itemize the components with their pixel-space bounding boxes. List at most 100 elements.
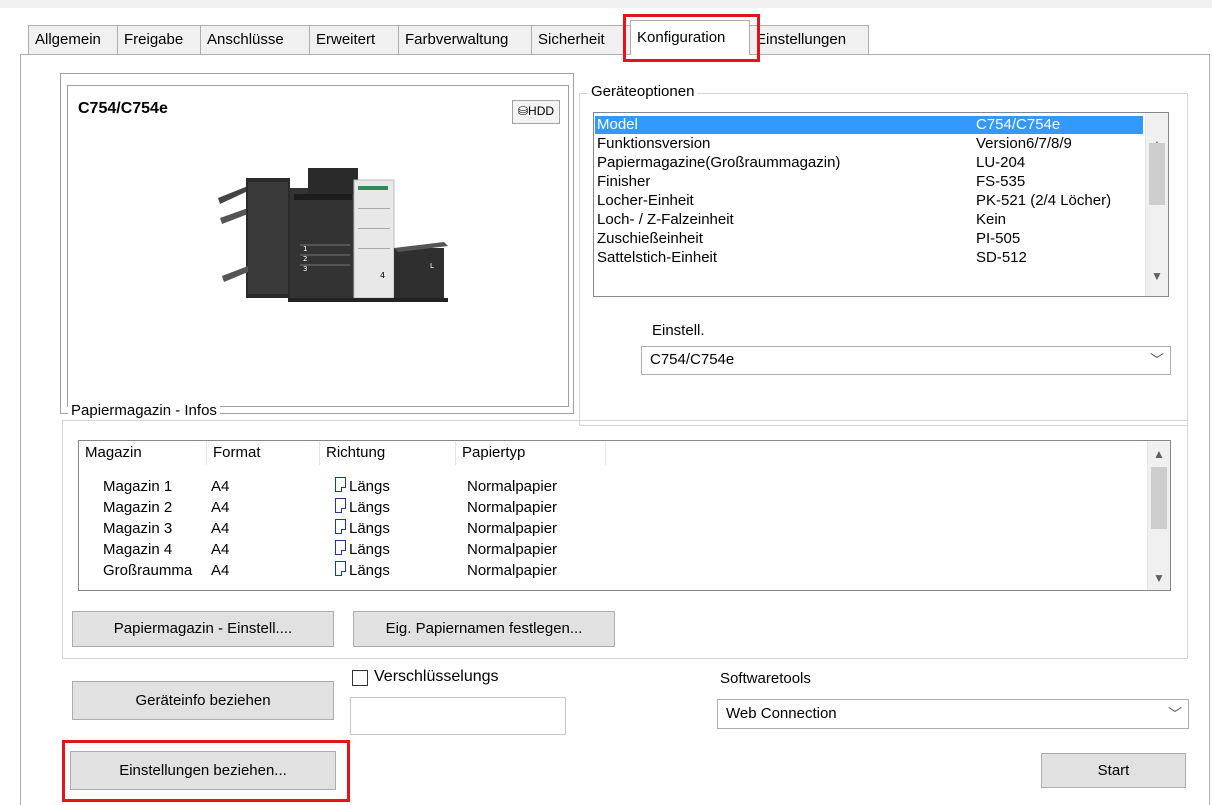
chevron-down-icon: ﹀ [1150,352,1164,368]
page-portrait-icon [335,498,346,513]
tab-einstellungen[interactable]: Einstellungen [749,25,869,54]
option-key: Locher-Einheit [597,192,694,209]
paper-tray-settings-button[interactable]: Papiermagazin - Einstell.... [72,611,334,647]
cell-papiertyp: Normalpapier [467,499,558,516]
option-row-locher-einheit[interactable]: Locher-Einheit PK-521 (2/4 Löcher) [595,192,1143,210]
table-row[interactable]: Magazin 4 A4 Längs Normalpapier [79,539,1149,560]
table-row[interactable]: Magazin 2 A4 Längs Normalpapier [79,497,1149,518]
cell-richtung: Längs [349,478,390,495]
svg-text:L: L [430,262,434,270]
cell-richtung: Längs [349,499,390,516]
cell-papiertyp: Normalpapier [467,541,558,558]
option-value: PI-505 [976,230,1021,247]
tab-erweitert[interactable]: Erweitert [309,25,399,54]
option-key: Model [597,116,638,133]
cell-magazin: Magazin 1 [103,478,173,495]
option-key: Loch- / Z-Falzeinheit [597,211,734,228]
option-value: FS-535 [976,173,1026,190]
option-value: C754/C754e [976,116,1061,133]
cell-format: A4 [211,520,230,537]
device-image-frame: C754/C754e ⛁HDD 1 2 3 4 L [60,73,574,414]
tab-freigabe[interactable]: Freigabe [117,25,201,54]
get-settings-button[interactable]: Einstellungen beziehen... [70,751,336,790]
column-header-papiertyp[interactable]: Papiertyp [456,441,606,465]
page-portrait-icon [335,519,346,534]
column-header-format[interactable]: Format [207,441,320,465]
device-options-list[interactable]: Model C754/C754e Funktionsversion Version6… [593,112,1169,297]
tab-farbverwaltung[interactable]: Farbverwaltung [398,25,532,54]
option-key: Funktionsversion [597,135,711,152]
column-header-magazin[interactable]: Magazin [79,441,207,465]
paper-tray-table[interactable]: Magazin Format Richtung Papiertyp Magazi… [78,440,1171,591]
device-model-title: C754/C754e [78,100,168,117]
table-row[interactable]: Großraumma A4 Längs Normalpapier [79,560,1149,578]
scroll-up-icon[interactable]: ▲ [1148,443,1170,465]
page-portrait-icon [335,477,346,492]
option-row-z-falzeinheit[interactable]: Loch- / Z-Falzeinheit Kein [595,211,1143,229]
column-header-richtung[interactable]: Richtung [320,441,456,465]
cell-format: A4 [211,478,230,495]
cell-magazin: Magazin 4 [103,541,173,558]
cell-richtung: Längs [349,562,390,578]
scroll-thumb[interactable] [1151,467,1167,529]
tab-allgemein[interactable]: Allgemein [28,25,118,54]
option-key: Sattelstich-Einheit [597,249,718,266]
softwaretools-label: Softwaretools [720,670,811,687]
device-options-legend: Geräteoptionen [588,83,698,100]
printer-device-icon: 1 2 3 4 L [218,168,448,302]
tab-konfiguration[interactable]: Konfiguration [630,20,750,55]
option-key: Papiermagazine(Großraummagazin) [597,154,841,171]
cell-richtung: Längs [349,520,390,537]
paper-tray-info-legend: Papiermagazin - Infos [68,402,220,419]
scroll-down-icon[interactable]: ▼ [1148,567,1170,589]
device-options-scrollbar[interactable]: ▲ ▼ [1145,113,1168,296]
table-row[interactable]: Magazin 3 A4 Längs Normalpapier [79,518,1149,539]
softwaretools-select-value: Web Connection [726,705,837,722]
option-value: Version6/7/8/9 [976,135,1072,152]
option-key: Finisher [597,173,651,190]
cell-format: A4 [211,562,230,578]
scroll-down-icon[interactable]: ▼ [1146,265,1168,287]
hdd-badge: ⛁HDD [512,100,560,124]
cell-papiertyp: Normalpapier [467,562,558,578]
scroll-thumb[interactable] [1149,143,1165,205]
hdd-disk-icon: ⛁ [517,104,529,118]
svg-text:2: 2 [303,255,307,263]
option-value: SD-512 [976,249,1027,266]
cell-papiertyp: Normalpapier [467,478,558,495]
start-button[interactable]: Start [1041,753,1186,788]
encryption-password-field[interactable] [350,697,566,735]
svg-text:3: 3 [303,265,307,273]
table-row[interactable]: Magazin 1 A4 Längs Normalpapier [79,476,1149,497]
setting-select-value: C754/C754e [650,351,735,368]
page-portrait-icon [335,540,346,555]
option-row-sattelstich[interactable]: Sattelstich-Einheit SD-512 [595,249,1143,267]
option-row-zuschiesseinheit[interactable]: Zuschießeinheit PI-505 [595,230,1143,248]
cell-format: A4 [211,541,230,558]
device-image-area: C754/C754e ⛁HDD 1 2 3 4 L [67,85,569,407]
softwaretools-select[interactable]: Web Connection ﹀ [717,699,1189,729]
option-value: Kein [976,211,1007,228]
option-row-finisher[interactable]: Finisher FS-535 [595,173,1143,191]
cell-format: A4 [211,499,230,516]
cell-papiertyp: Normalpapier [467,520,558,537]
paper-names-button[interactable]: Eig. Papiernamen festlegen... [353,611,615,647]
get-device-info-button[interactable]: Geräteinfo beziehen [72,681,334,720]
tab-anschluesse[interactable]: Anschlüsse [200,25,310,54]
cell-magazin: Großraumma [103,562,193,578]
setting-label: Einstell. [652,322,705,339]
svg-text:4: 4 [380,271,385,280]
setting-select[interactable]: C754/C754e ﹀ [641,346,1171,375]
hdd-badge-label: HDD [528,104,555,118]
chevron-down-icon: ﹀ [1168,706,1182,722]
option-row-model[interactable]: Model C754/C754e [595,116,1143,134]
tab-sicherheit[interactable]: Sicherheit [531,25,633,54]
paper-tray-scrollbar[interactable]: ▲ ▼ [1147,441,1170,590]
option-row-funktionsversion[interactable]: Funktionsversion Version6/7/8/9 [595,135,1143,153]
cell-magazin: Magazin 2 [103,499,173,516]
cell-magazin: Magazin 3 [103,520,173,537]
page-portrait-icon [335,561,346,576]
encryption-checkbox[interactable] [352,670,368,686]
option-row-papiermagazine[interactable]: Papiermagazine(Großraummagazin) LU-204 [595,154,1143,172]
option-value: PK-521 (2/4 Löcher) [976,192,1112,209]
